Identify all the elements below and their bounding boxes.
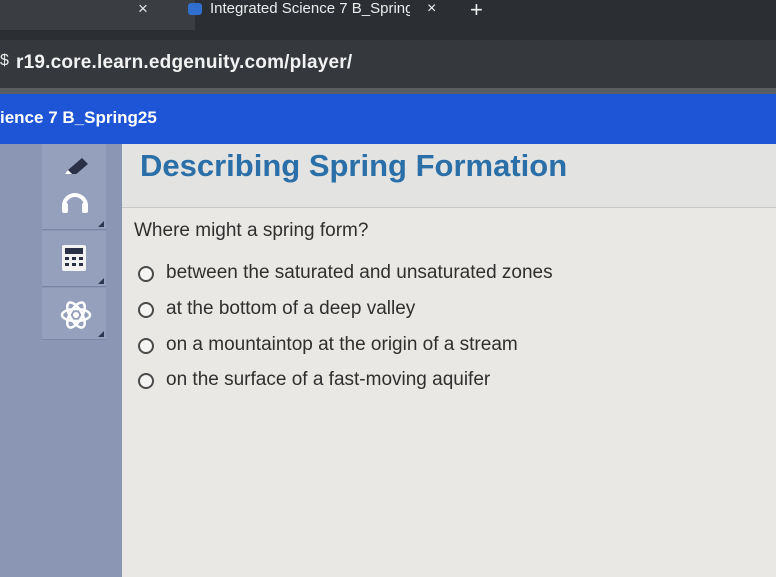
favicon-icon [188, 3, 202, 15]
expand-corner-icon [98, 331, 104, 337]
close-icon[interactable]: × [138, 0, 148, 18]
expand-corner-icon [98, 278, 104, 284]
address-bar[interactable]: $ r19.core.learn.edgenuity.com/player/ [0, 40, 776, 88]
calculator-icon [62, 245, 86, 271]
lesson-title-band: Describing Spring Formation [122, 144, 776, 208]
site-info-icon[interactable]: $ [0, 52, 9, 70]
answer-option-label[interactable]: at the bottom of a deep valley [166, 298, 415, 320]
headphones-icon [62, 193, 88, 213]
browser-tab-previous[interactable]: × [0, 0, 195, 30]
course-title: ience 7 B_Spring25 [0, 108, 157, 127]
lesson-title: Describing Spring Formation [140, 148, 568, 183]
atom-icon [60, 301, 92, 329]
science-tool-button[interactable] [42, 288, 106, 340]
tools-sidebar [0, 144, 122, 577]
lesson-content: Describing Spring Formation Where might … [122, 144, 776, 577]
expand-corner-icon [98, 221, 104, 227]
close-icon[interactable]: × [427, 0, 436, 18]
new-tab-button[interactable]: + [470, 0, 483, 22]
tab-title: Integrated Science 7 B_Spring2 [210, 0, 410, 17]
answer-option-label[interactable]: on a mountaintop at the origin of a stre… [166, 334, 518, 356]
calculator-tool-button[interactable] [42, 231, 106, 287]
answer-option-label[interactable]: between the saturated and unsaturated zo… [166, 262, 553, 284]
question-text: Where might a spring form? [134, 220, 369, 241]
radio-button[interactable] [138, 266, 154, 282]
browser-tab-bar: × Integrated Science 7 B_Spring2 × + [0, 0, 776, 40]
radio-button[interactable] [138, 338, 154, 354]
radio-button[interactable] [138, 302, 154, 318]
course-header: ience 7 B_Spring25 [0, 94, 776, 144]
read-aloud-tool-button[interactable] [42, 174, 106, 230]
radio-button[interactable] [138, 373, 154, 389]
browser-tab-active[interactable]: Integrated Science 7 B_Spring2 × [180, 0, 450, 22]
answer-option-label[interactable]: on the surface of a fast-moving aquifer [166, 369, 490, 391]
url-text[interactable]: r19.core.learn.edgenuity.com/player/ [16, 52, 352, 74]
